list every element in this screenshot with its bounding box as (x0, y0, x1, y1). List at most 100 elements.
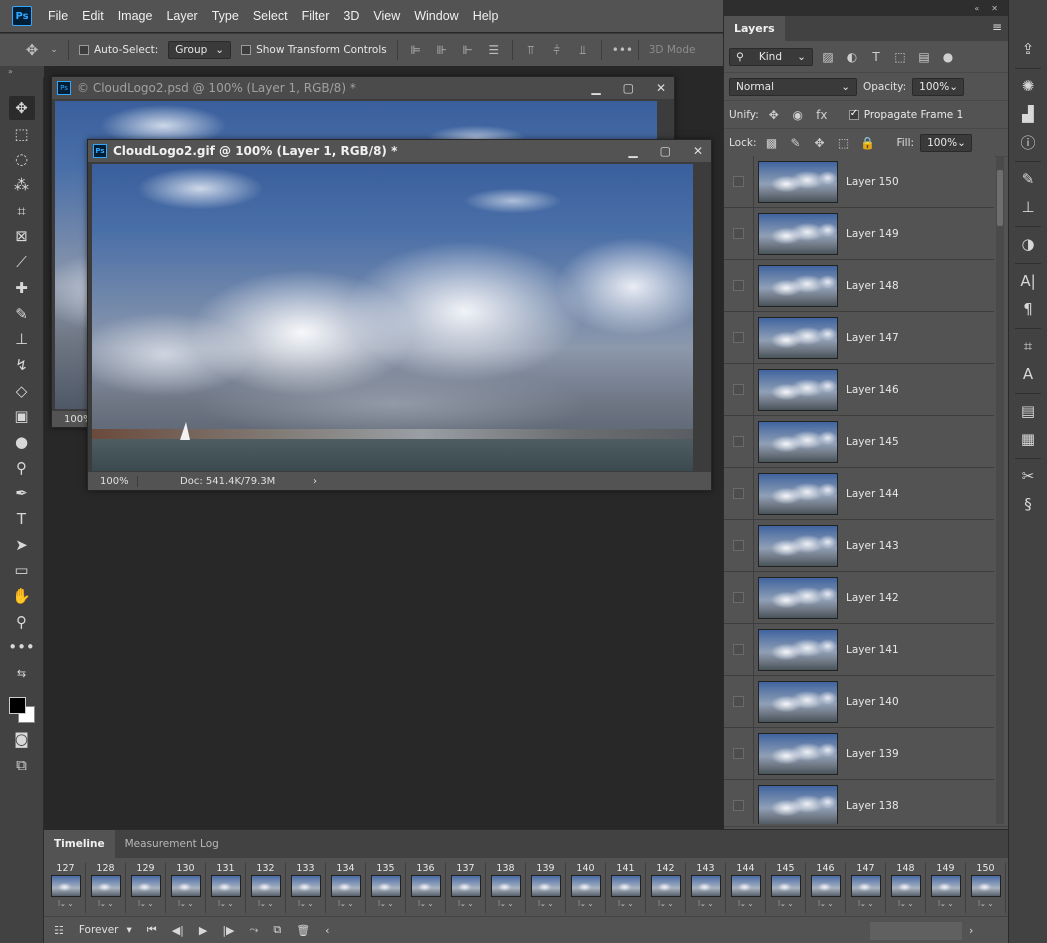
layer-name[interactable]: Layer 148 (846, 280, 899, 292)
blend-mode-dropdown[interactable]: Normal ⌄ (729, 77, 857, 96)
tab-layers[interactable]: Layers (724, 16, 785, 41)
maximize-icon[interactable]: ▢ (660, 144, 671, 158)
visibility-toggle[interactable] (724, 363, 754, 416)
frame-delay-dropdown[interactable]: ⁝⌄ ⌄ (578, 899, 594, 908)
layer-name[interactable]: Layer 139 (846, 748, 899, 760)
maximize-icon[interactable]: ▢ (623, 81, 634, 95)
frame-thumbnail[interactable] (90, 875, 121, 897)
frame-delay-dropdown[interactable]: ⁝⌄ ⌄ (138, 899, 154, 908)
frame-delay-dropdown[interactable]: ⁝⌄ ⌄ (538, 899, 554, 908)
healing-brush-tool-icon[interactable]: ✚ (9, 276, 35, 300)
layer-row[interactable]: Layer 150 (724, 156, 994, 208)
frame-thumbnail[interactable] (290, 875, 321, 897)
layers-scrollbar[interactable] (996, 156, 1004, 824)
layer-thumbnail[interactable] (758, 316, 838, 359)
animation-frame[interactable]: 136 ⁝⌄ ⌄ (406, 863, 446, 913)
play-icon[interactable]: ▶ (199, 924, 207, 937)
menu-filter[interactable]: Filter (302, 9, 330, 23)
filter-toggle-icon[interactable]: ● (939, 50, 957, 64)
visibility-box[interactable] (733, 384, 744, 395)
filter-pixel-icon[interactable]: ▨ (819, 50, 837, 64)
checkbox-box[interactable] (241, 45, 252, 55)
tool-presets-icon[interactable]: ✂ (1014, 463, 1042, 489)
visibility-toggle[interactable] (724, 156, 754, 208)
brush-settings-icon[interactable]: ✎ (1014, 166, 1042, 192)
path-selection-tool-icon[interactable]: ➤ (9, 533, 35, 557)
clone-source-icon[interactable]: ⊥ (1014, 194, 1042, 220)
character-styles-icon[interactable]: A (1014, 361, 1042, 387)
frame-thumbnail[interactable] (170, 875, 201, 897)
layer-thumbnail[interactable] (758, 368, 838, 411)
animation-frame[interactable]: 143 ⁝⌄ ⌄ (686, 863, 726, 913)
close-icon[interactable]: ✕ (693, 144, 703, 158)
layer-row[interactable]: Layer 140 (724, 675, 994, 728)
swap-colors-icon[interactable]: ⇆ (9, 661, 35, 685)
foreground-color-swatch[interactable] (8, 696, 26, 714)
navigator-icon[interactable]: ✺ (1014, 73, 1042, 99)
show-transform-checkbox[interactable]: Show Transform Controls (241, 44, 387, 56)
animation-frame[interactable]: 134 ⁝⌄ ⌄ (326, 863, 366, 913)
type-tool-icon[interactable]: T (9, 507, 35, 531)
screen-mode-icon[interactable]: ⧉ (9, 753, 35, 777)
frame-delay-dropdown[interactable]: ⁝⌄ ⌄ (458, 899, 474, 908)
align-left-icon[interactable]: ⊫ (408, 42, 424, 58)
frame-thumbnail[interactable] (770, 875, 801, 897)
visibility-toggle[interactable] (724, 571, 754, 624)
visibility-box[interactable] (733, 332, 744, 343)
unify-style-icon[interactable]: fx (813, 108, 831, 122)
align-top-icon[interactable]: ⫪ (523, 42, 539, 58)
frame-thumbnail[interactable] (730, 875, 761, 897)
frame-delay-dropdown[interactable]: ⁝⌄ ⌄ (498, 899, 514, 908)
align-middle-icon[interactable]: ⫩ (549, 42, 565, 58)
layer-thumbnail[interactable] (758, 628, 838, 671)
minimize-icon[interactable]: ▁ (591, 81, 600, 95)
clone-stamp-tool-icon[interactable]: ⊥ (9, 327, 35, 351)
frame-thumbnail[interactable] (570, 875, 601, 897)
zoom-level[interactable]: 100% (88, 475, 138, 487)
animation-frame[interactable]: 138 ⁝⌄ ⌄ (486, 863, 526, 913)
animation-frame[interactable]: 150 ⁝⌄ ⌄ (966, 863, 1006, 913)
previous-frame-icon[interactable]: ◀| (172, 924, 184, 937)
frame-delay-dropdown[interactable]: ⁝⌄ ⌄ (738, 899, 754, 908)
visibility-box[interactable] (733, 800, 744, 811)
frame-thumbnail[interactable] (890, 875, 921, 897)
layer-thumbnail[interactable] (758, 420, 838, 463)
visibility-box[interactable] (733, 176, 744, 187)
auto-select-dropdown[interactable]: Group ⌄ (168, 41, 232, 59)
character-icon[interactable]: A| (1014, 268, 1042, 294)
animation-frame[interactable]: 128 ⁝⌄ ⌄ (86, 863, 126, 913)
frame-delay-dropdown[interactable]: ⁝⌄ ⌄ (98, 899, 114, 908)
info-icon[interactable]: ⓘ (1014, 129, 1042, 155)
frame-delay-dropdown[interactable]: ⁝⌄ ⌄ (298, 899, 314, 908)
layer-name[interactable]: Layer 145 (846, 436, 899, 448)
frame-delay-dropdown[interactable]: ⁝⌄ ⌄ (218, 899, 234, 908)
lock-artboard-icon[interactable]: ⬚ (834, 136, 852, 150)
animation-frame[interactable]: 141 ⁝⌄ ⌄ (606, 863, 646, 913)
close-panel-icon[interactable]: ✕ (991, 4, 998, 13)
scroll-left-icon[interactable]: ‹ (325, 924, 329, 937)
chevron-right-icon[interactable]: › (313, 476, 317, 487)
layer-thumbnail[interactable] (758, 732, 838, 775)
layer-name[interactable]: Layer 150 (846, 176, 899, 188)
fill-field[interactable]: 100% ⌄ (920, 133, 973, 152)
document-window-gif[interactable]: Ps CloudLogo2.gif @ 100% (Layer 1, RGB/8… (87, 139, 712, 491)
first-frame-icon[interactable]: ⏮ (147, 923, 157, 937)
adjustments-icon[interactable]: ◑ (1014, 231, 1042, 257)
frame-thumbnail[interactable] (450, 875, 481, 897)
layer-name[interactable]: Layer 141 (846, 644, 899, 656)
visibility-toggle[interactable] (724, 519, 754, 572)
chevron-down-icon[interactable]: ⌄ (50, 42, 58, 58)
tween-icon[interactable]: ⤳ (250, 923, 259, 937)
animation-frame[interactable]: 149 ⁝⌄ ⌄ (926, 863, 966, 913)
frame-delay-dropdown[interactable]: ⁝⌄ ⌄ (938, 899, 954, 908)
frame-thumbnail[interactable] (610, 875, 641, 897)
move-tool-preset-icon[interactable]: ✥ (24, 42, 40, 58)
visibility-toggle[interactable] (724, 415, 754, 468)
move-tool-icon[interactable]: ✥ (8, 96, 35, 120)
blur-tool-icon[interactable]: ● (9, 430, 35, 454)
tools-collapse-arrows[interactable]: » (0, 66, 44, 78)
timeline-scrollbar-thumb[interactable] (870, 922, 962, 940)
auto-select-checkbox[interactable]: Auto-Select: (79, 44, 158, 56)
lock-transparent-icon[interactable]: ▩ (762, 136, 780, 150)
lasso-tool-icon[interactable]: ◌ (9, 147, 35, 171)
